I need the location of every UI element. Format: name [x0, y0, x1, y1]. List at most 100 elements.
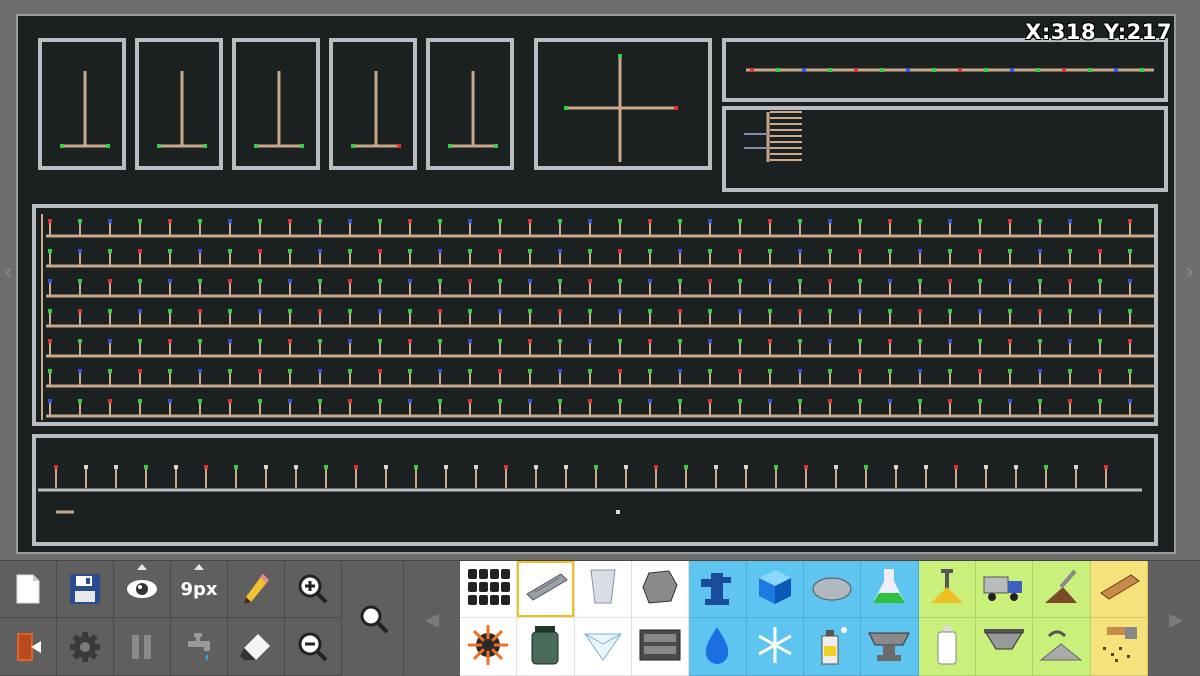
simulation-canvas[interactable]	[16, 14, 1176, 554]
grid-stub-dot	[168, 399, 172, 403]
wire-node-dot	[750, 68, 754, 72]
element-dirt-trowel-button[interactable]	[1033, 561, 1091, 618]
exit-button[interactable]	[0, 618, 57, 676]
zoom-in-icon	[298, 574, 328, 604]
zoom-out-button[interactable]	[285, 618, 342, 676]
element-water-button[interactable]	[689, 618, 747, 676]
bottom-stub-dot	[234, 465, 238, 469]
element-metal-plate-button[interactable]	[517, 561, 575, 618]
element-cloud-button[interactable]	[803, 561, 862, 618]
element-wire-mesh-button[interactable]	[460, 561, 518, 618]
grid-stub-dot	[648, 399, 652, 403]
grid-stub-dot	[558, 399, 562, 403]
grid-stub-dot	[198, 309, 202, 313]
search-button[interactable]	[344, 561, 404, 676]
grid-stub-dot	[918, 339, 922, 343]
canvas-area: ‹ › X:318 Y:217	[0, 0, 1200, 560]
grid-stub-dot	[768, 399, 772, 403]
element-wood-button[interactable]	[1090, 561, 1148, 618]
element-canister-button[interactable]	[517, 618, 575, 676]
settings-button[interactable]	[57, 618, 114, 676]
tap-button[interactable]	[171, 618, 228, 676]
wire-node-dot	[1114, 68, 1118, 72]
flask-icon	[871, 567, 907, 611]
coord-x-label: X:	[1025, 20, 1051, 44]
grid-stub-dot	[768, 309, 772, 313]
pause-button[interactable]	[114, 618, 171, 676]
element-sand-shovel-button[interactable]	[918, 561, 976, 618]
elements-prev-arrow-icon[interactable]: ◂	[404, 561, 460, 676]
element-metal-block-button[interactable]	[631, 618, 690, 676]
element-milk-button[interactable]	[918, 618, 976, 676]
element-stone-button[interactable]	[631, 561, 690, 618]
element-sawdust-button[interactable]	[1090, 618, 1148, 676]
grid-stub-dot	[948, 279, 952, 283]
new-file-button[interactable]	[0, 561, 57, 618]
grid-stub-dot	[78, 249, 82, 253]
element-anvil-button[interactable]	[861, 618, 919, 676]
pause-icon	[132, 634, 151, 659]
draw-button[interactable]	[228, 561, 285, 618]
grid-stub-dot	[198, 339, 202, 343]
grid-stub-dot	[588, 219, 592, 223]
bottom-stub-dot	[684, 465, 688, 469]
grid-stub-dot	[528, 219, 532, 223]
grid-stub-dot	[828, 399, 832, 403]
element-diamond-button[interactable]	[574, 618, 632, 676]
element-sieve-button[interactable]	[975, 618, 1034, 676]
grid-stub-dot	[198, 249, 202, 253]
element-ice-cube-button[interactable]	[746, 561, 804, 618]
element-truck-button[interactable]	[975, 561, 1034, 618]
wire-node-dot	[828, 68, 832, 72]
save-button[interactable]	[57, 561, 114, 618]
grid-stub-dot	[258, 219, 262, 223]
grid-stub-dot	[678, 219, 682, 223]
grid-stub-dot	[1038, 249, 1042, 253]
grid-stub-dot	[528, 279, 532, 283]
scroll-right-icon[interactable]: ›	[1185, 260, 1194, 285]
grid-stub-dot	[438, 399, 442, 403]
grid-stub-dot	[618, 249, 622, 253]
grid-stub-dot	[378, 399, 382, 403]
bottom-toolbar: 9px ◂ ▸	[0, 560, 1200, 676]
wire-node-dot	[854, 68, 858, 72]
grid-stub-dot	[978, 309, 982, 313]
grid-stub-dot	[588, 339, 592, 343]
element-spark-gear-button[interactable]	[460, 618, 518, 676]
element-gravel-button[interactable]	[1033, 618, 1091, 676]
brush-size-label: 9px	[180, 578, 218, 600]
eye-icon	[127, 580, 157, 598]
grid-stub-dot	[1128, 369, 1132, 373]
grid-stub-dot	[1098, 399, 1102, 403]
cross-wire-box	[534, 38, 712, 170]
element-snowflake-button[interactable]	[746, 618, 804, 676]
grid-stub-dot	[768, 369, 772, 373]
coord-y-label: Y:	[1103, 20, 1127, 44]
grid-stub-dot	[108, 249, 112, 253]
brush-size-button[interactable]: 9px	[171, 561, 228, 618]
spark-icon	[466, 623, 510, 671]
grid-stub-dot	[708, 219, 712, 223]
grid-stub-dot	[318, 399, 322, 403]
bottom-stub-dot	[384, 465, 388, 469]
cursor-coordinates: X:318 Y:217	[1025, 20, 1172, 44]
element-glass-button[interactable]	[574, 561, 632, 618]
scroll-left-icon[interactable]: ‹	[4, 260, 13, 285]
view-mode-button[interactable]	[114, 561, 171, 618]
grid-stub-dot	[888, 279, 892, 283]
element-acid-flask-button[interactable]	[861, 561, 919, 618]
simulation-drawing[interactable]	[18, 16, 1174, 552]
element-spray-can-button[interactable]	[803, 618, 862, 676]
element-pump-button[interactable]	[689, 561, 747, 618]
grid-stub-dot	[738, 309, 742, 313]
grid-stub-dot	[198, 279, 202, 283]
erase-button[interactable]	[228, 618, 285, 676]
zoom-in-button[interactable]	[285, 561, 342, 618]
grid-stub-dot	[1038, 309, 1042, 313]
grid-stub-dot	[348, 249, 352, 253]
grid-stub-dot	[888, 399, 892, 403]
bottom-stub-dot	[534, 465, 538, 469]
grid-stub-dot	[348, 279, 352, 283]
grid-stub-dot	[108, 399, 112, 403]
elements-next-arrow-icon[interactable]: ▸	[1148, 561, 1200, 676]
